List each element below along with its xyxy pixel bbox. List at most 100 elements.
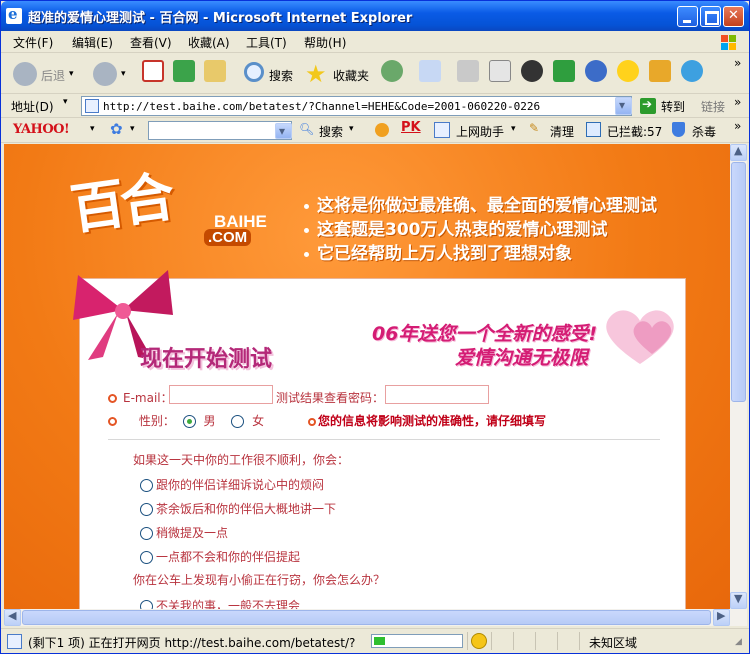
answer-option[interactable]: 稍微提及一点: [140, 524, 228, 541]
address-input[interactable]: http://test.baihe.com/betatest/?Channel=…: [81, 96, 632, 116]
toolbar-overflow-button[interactable]: »: [734, 56, 741, 70]
status-bar: (剩下1 项) 正在打开网页 http://test.baihe.com/bet…: [1, 628, 749, 653]
scroll-left-button[interactable]: [4, 609, 21, 626]
go-button[interactable]: 转到: [661, 98, 685, 115]
mascot-icon[interactable]: [375, 123, 389, 137]
email-input[interactable]: [169, 385, 273, 404]
refresh-icon[interactable]: [173, 60, 195, 82]
gender-row: 性别： 男 女: [108, 412, 264, 429]
chevron-down-icon: ▾: [69, 69, 74, 79]
home-icon[interactable]: [204, 60, 226, 82]
bird-icon[interactable]: [681, 60, 703, 82]
security-zone: 未知区域: [589, 636, 638, 650]
yahoo-logo[interactable]: YAHOO!: [13, 122, 70, 137]
gender-female-label[interactable]: 女: [252, 414, 264, 428]
game-icon[interactable]: [521, 60, 543, 82]
address-url: http://test.baihe.com/betatest/?Channel=…: [103, 100, 541, 113]
answer-radio[interactable]: [140, 600, 153, 609]
minimize-button[interactable]: [677, 6, 698, 27]
pk-button[interactable]: PK: [401, 120, 421, 135]
gender-male-radio[interactable]: [182, 415, 196, 428]
baihe-logo-com: .COM: [204, 229, 252, 246]
flower-icon[interactable]: ✿: [110, 120, 123, 138]
forward-arrow-icon: [93, 62, 117, 86]
address-label: 地址(D): [11, 100, 54, 114]
answer-radio[interactable]: [140, 479, 153, 492]
chevron-down-icon[interactable]: ▾: [130, 124, 135, 134]
gender-male-label[interactable]: 男: [204, 414, 216, 428]
broom-icon: ✎: [529, 121, 540, 135]
maximize-button[interactable]: [700, 6, 721, 27]
back-arrow-icon: [13, 62, 37, 86]
start-test-title: 现在开始测试: [140, 347, 273, 372]
menu-favorites[interactable]: 收藏(A): [188, 34, 230, 51]
forward-button[interactable]: ▾: [93, 59, 133, 89]
search-icon: 🔍︎: [299, 122, 315, 136]
smiley-icon[interactable]: [617, 60, 639, 82]
yahoo-search-button[interactable]: 🔍︎ 搜索 ▾: [299, 121, 357, 140]
menu-edit[interactable]: 编辑(E): [72, 34, 113, 51]
yahoo-overflow-button[interactable]: »: [734, 119, 741, 133]
slogan-line: 这将是你做过最准确、最全面的爱情心理测试: [304, 191, 657, 216]
popup-blocker-icon: [586, 122, 601, 137]
answer-option[interactable]: 茶余饭后和你的伴侣大概地讲一下: [140, 500, 336, 517]
menu-view[interactable]: 查看(V): [130, 34, 172, 51]
title-bar[interactable]: 超准的爱情心理测试 - 百合网 - Microsoft Internet Exp…: [1, 1, 749, 31]
password-input[interactable]: [385, 385, 489, 404]
slogan-line: 它已经帮助上万人找到了理想对象: [304, 239, 572, 264]
baihe-logo[interactable]: 百合: [65, 152, 175, 244]
scroll-up-button[interactable]: [730, 144, 747, 161]
chevron-down-icon: ▾: [349, 124, 354, 134]
scroll-down-button[interactable]: [730, 592, 747, 609]
answer-option[interactable]: 不关我的事，一般不去理会: [140, 597, 300, 609]
yahoo-search-input[interactable]: [148, 121, 292, 140]
resize-grip-icon[interactable]: ◢: [735, 637, 742, 647]
horizontal-scrollbar[interactable]: [4, 609, 747, 626]
answer-option[interactable]: 一点都不会和你的伴侣提起: [140, 548, 300, 565]
messenger-icon[interactable]: [553, 60, 575, 82]
gender-female-radio[interactable]: [231, 415, 245, 428]
stop-icon[interactable]: [142, 60, 164, 82]
answer-radio[interactable]: [140, 527, 153, 540]
menu-bar: 文件(F) 编辑(E) 查看(V) 收藏(A) 工具(T) 帮助(H): [1, 31, 749, 53]
vertical-scrollbar[interactable]: [730, 144, 747, 609]
history-icon[interactable]: [381, 60, 403, 82]
favorites-button[interactable]: ★ 收藏夹: [305, 59, 377, 89]
print-icon[interactable]: [457, 60, 479, 82]
chevron-down-icon[interactable]: ▾: [90, 124, 95, 134]
menu-file[interactable]: 文件(F): [13, 34, 53, 51]
back-button[interactable]: 后退 ▾: [11, 59, 81, 89]
antivirus-button[interactable]: 杀毒: [692, 123, 716, 140]
horizontal-scroll-thumb[interactable]: [22, 610, 711, 625]
clean-button[interactable]: 清理: [550, 123, 574, 140]
page-viewport: 百合 BAIHE .COM 这将是你做过最准确、最全面的爱情心理测试 这套题是3…: [4, 144, 730, 609]
answer-radio[interactable]: [140, 503, 153, 516]
answer-radio[interactable]: [140, 551, 153, 564]
answer-option[interactable]: 跟你的伴侣详细诉说心中的烦闷: [140, 476, 324, 493]
bullet-icon: [108, 417, 117, 426]
scroll-right-button[interactable]: [713, 609, 730, 626]
links-overflow-button[interactable]: »: [734, 95, 741, 109]
go-arrow-icon[interactable]: [640, 97, 656, 114]
gear-icon[interactable]: [585, 60, 607, 82]
menu-tools[interactable]: 工具(T): [246, 34, 287, 51]
email-label: E-mail：: [123, 391, 173, 405]
helper-button[interactable]: 上网助手: [456, 123, 504, 140]
edit-icon[interactable]: [489, 60, 511, 82]
mail-icon[interactable]: [419, 60, 441, 82]
address-dropdown-button[interactable]: [615, 97, 632, 115]
links-button[interactable]: 链接: [701, 98, 725, 115]
shield-icon: [672, 122, 685, 137]
divider: [108, 439, 660, 440]
search-button[interactable]: 搜索: [242, 59, 300, 89]
vertical-scroll-thumb[interactable]: [731, 162, 746, 402]
close-button[interactable]: [723, 6, 744, 27]
menu-help[interactable]: 帮助(H): [304, 34, 346, 51]
money-bag-icon[interactable]: [649, 60, 671, 82]
address-bar: 地址(D) ▾ http://test.baihe.com/betatest/?…: [1, 94, 749, 118]
chevron-down-icon[interactable]: ▾: [511, 124, 516, 134]
browser-window: 超准的爱情心理测试 - 百合网 - Microsoft Internet Exp…: [0, 0, 750, 654]
blocked-count[interactable]: 已拦截:57: [607, 123, 662, 140]
yahoo-search-dropdown-button[interactable]: [275, 123, 292, 139]
yahoo-toolbar: YAHOO! ▾ ✿ ▾ 🔍︎ 搜索 ▾ PK 上网助手 ▾ ✎ 清理 已拦截:…: [1, 118, 749, 143]
